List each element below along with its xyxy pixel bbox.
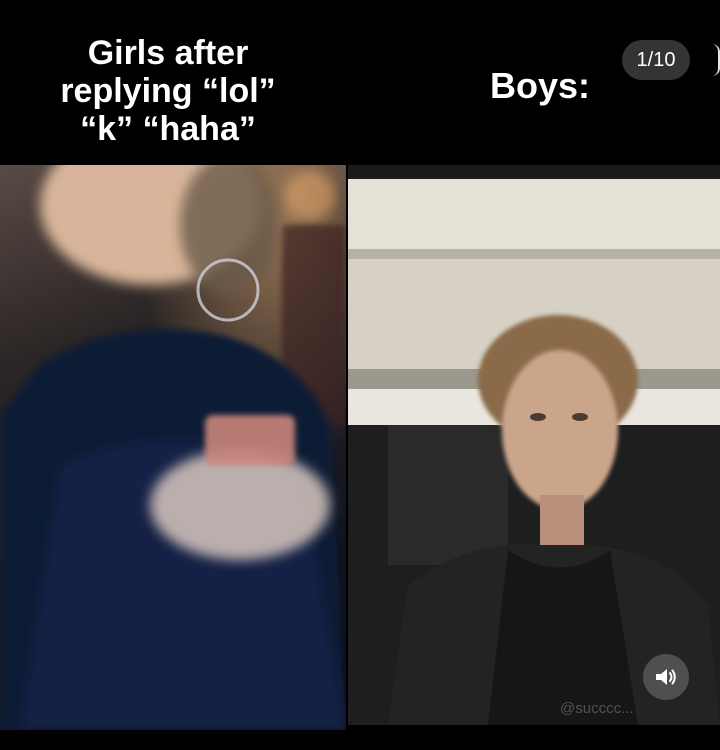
watermark-text: @succcc... xyxy=(560,700,634,717)
next-slide-hint-icon[interactable] xyxy=(712,44,720,76)
caption-girls: Girls after replying “lol” “k” “haha” xyxy=(60,34,276,149)
woman-photo-illustration xyxy=(0,165,346,730)
left-photo-panel xyxy=(0,165,346,730)
man-photo-illustration xyxy=(348,165,720,725)
right-photo-panel xyxy=(348,165,720,725)
media-viewer: Girls after replying “lol” “k” “haha” Bo… xyxy=(0,0,720,750)
caption-boys: Boys: xyxy=(489,65,591,106)
slide-counter: 1/10 xyxy=(622,40,690,80)
sound-toggle-button[interactable] xyxy=(643,654,689,700)
speaker-volume-icon xyxy=(656,669,676,685)
